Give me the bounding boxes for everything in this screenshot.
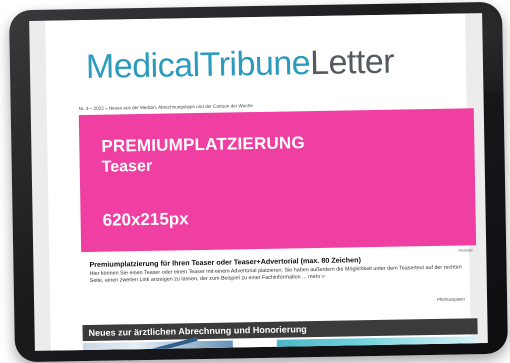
newsletter-logo[interactable]: MedicalTribuneLetter xyxy=(86,43,395,87)
banner-line2: Teaser xyxy=(101,157,153,176)
premium-banner[interactable]: PREMIUMPLATZIERUNG Teaser 620x215px xyxy=(78,108,477,253)
tablet-screen: MedicalTribuneLetter Nr. 4 – 2022 – Neue… xyxy=(29,13,488,351)
article-thumbnail-left[interactable] xyxy=(82,336,234,351)
banner-line1: PREMIUMPLATZIERUNG xyxy=(101,133,305,156)
logo-word-letter: Letter xyxy=(309,42,395,83)
banner-size: 620x215px xyxy=(102,209,189,230)
article-thumbnail-right[interactable] xyxy=(276,336,478,351)
tablet-device: MedicalTribuneLetter Nr. 4 – 2022 – Neue… xyxy=(8,1,509,363)
logo-word-medical: Medical xyxy=(85,46,200,86)
logo-word-tribune: Tribune xyxy=(199,44,311,85)
pflichtangaben-link[interactable]: Pflichtangaben xyxy=(437,296,465,301)
section-title: Neues zur ärztlichen Abrechnung und Hono… xyxy=(88,324,307,338)
ad-label: Anzeige xyxy=(458,247,473,253)
